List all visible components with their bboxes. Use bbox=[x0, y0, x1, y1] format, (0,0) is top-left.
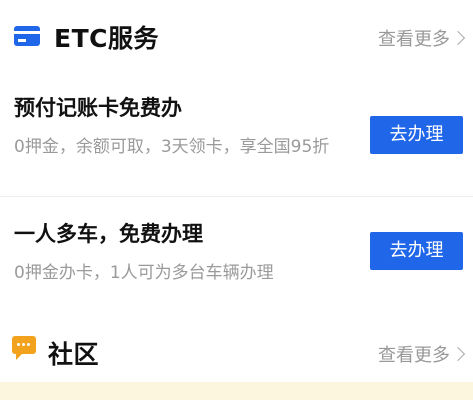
chat-bubble-icon bbox=[12, 336, 36, 360]
chevron-right-icon bbox=[450, 346, 466, 362]
multi-vehicle-apply-button[interactable]: 去办理 bbox=[370, 232, 463, 270]
chevron-right-icon bbox=[450, 30, 466, 46]
etc-card-icon bbox=[14, 26, 40, 46]
etc-section-title: ETC服务 bbox=[54, 24, 159, 53]
prepaid-card-description: 0押金，余额可取，3天领卡，享全国95折 bbox=[14, 137, 330, 157]
etc-view-more-link[interactable]: 查看更多 bbox=[378, 25, 466, 51]
etc-section-header: ETC服务 查看更多 bbox=[0, 14, 473, 62]
etc-services-page: ETC服务 查看更多 预付记账卡免费办 0押金，余额可取，3天领卡，享全国95折… bbox=[0, 0, 473, 400]
multi-vehicle-offer: 一人多车，免费办理 0押金办卡，1人可为多台车辆办理 去办理 bbox=[0, 202, 473, 312]
community-view-more-link[interactable]: 查看更多 bbox=[378, 341, 466, 367]
community-view-more-label: 查看更多 bbox=[378, 345, 450, 366]
etc-view-more-label: 查看更多 bbox=[378, 29, 450, 50]
multi-vehicle-title: 一人多车，免费办理 bbox=[14, 222, 203, 246]
prepaid-card-apply-button[interactable]: 去办理 bbox=[370, 116, 463, 154]
prepaid-card-title: 预付记账卡免费办 bbox=[14, 96, 182, 120]
community-section-title: 社区 bbox=[48, 340, 100, 369]
community-section-header: 社区 查看更多 bbox=[0, 328, 473, 376]
bottom-strip bbox=[0, 382, 473, 400]
prepaid-card-offer: 预付记账卡免费办 0押金，余额可取，3天领卡，享全国95折 去办理 bbox=[0, 76, 473, 197]
multi-vehicle-description: 0押金办卡，1人可为多台车辆办理 bbox=[14, 263, 274, 283]
